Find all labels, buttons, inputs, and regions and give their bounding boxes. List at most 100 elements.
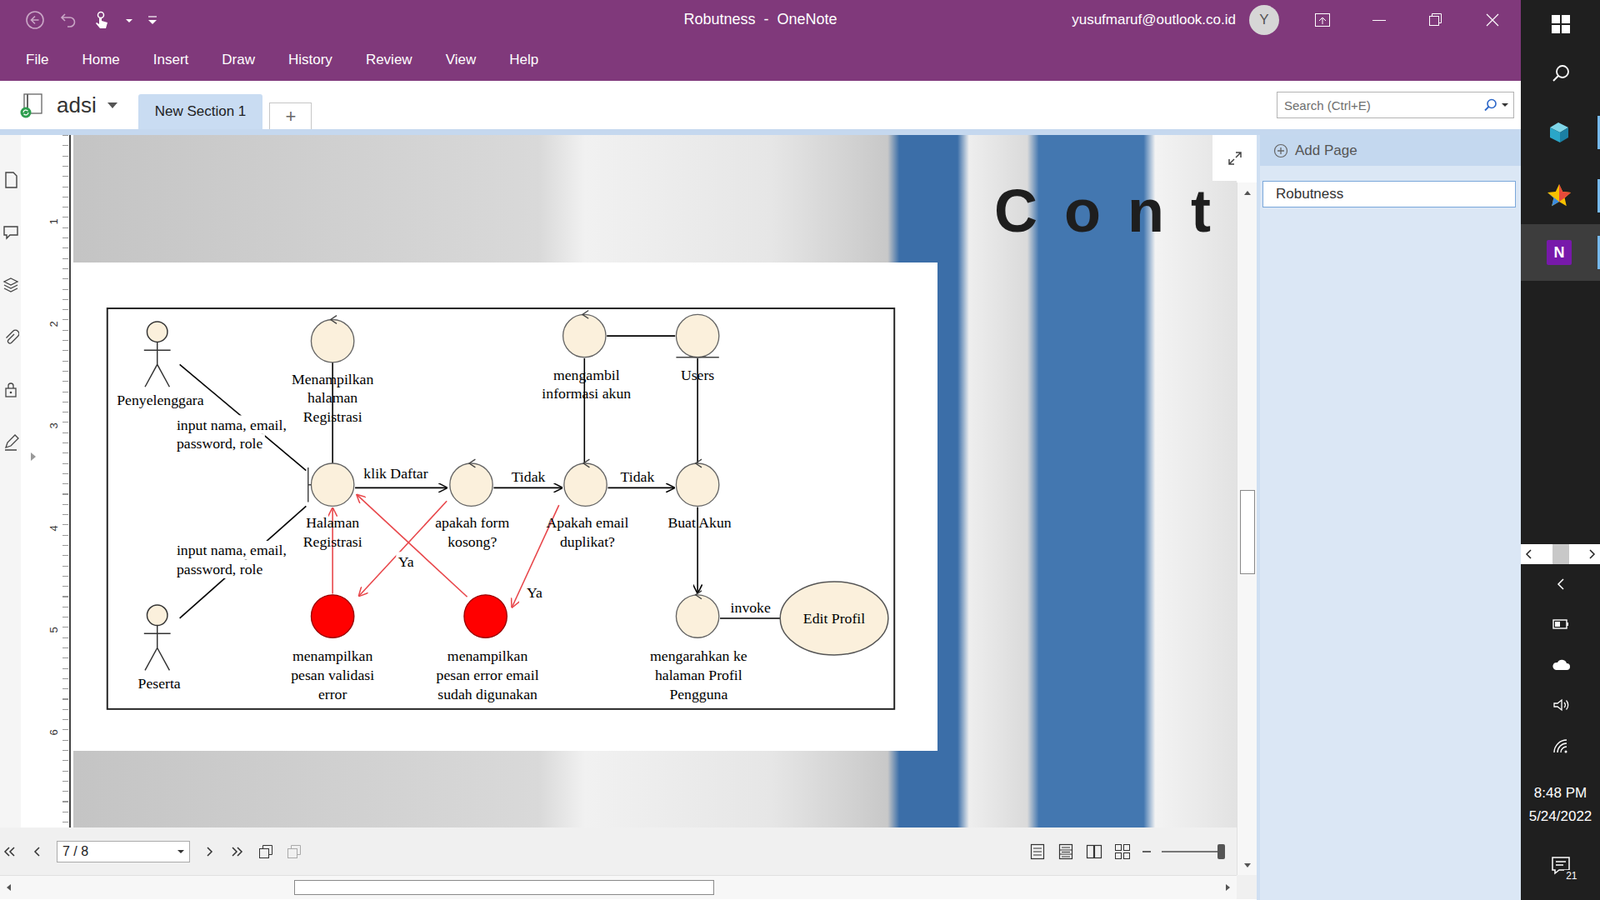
node-label: halaman Profil (655, 666, 743, 684)
page-selector[interactable]: 7 / 8 (56, 840, 190, 863)
edge (355, 487, 447, 489)
add-page-button[interactable]: Add Page (1260, 135, 1521, 166)
edge (606, 335, 675, 336)
chevron-down-icon (177, 848, 185, 855)
previous-page-button[interactable] (28, 842, 47, 861)
volume-button[interactable] (1520, 685, 1600, 725)
edge-label: Tidak (511, 468, 546, 485)
add-section-button[interactable]: + (269, 102, 312, 130)
search-field[interactable] (1282, 97, 1479, 114)
node-circle (675, 463, 719, 506)
diagram-node: Penyelenggara (116, 321, 204, 409)
menu-item[interactable]: Home (81, 51, 120, 69)
menu-item[interactable]: Insert (153, 51, 190, 69)
diagram-node: Halaman Registrasi (303, 463, 363, 550)
edge-label: invoke (730, 599, 771, 616)
ruler-number: 3 (46, 423, 62, 430)
scroll-left-icon[interactable] (5, 883, 14, 892)
menu-item[interactable]: Help (509, 51, 539, 69)
chevron-down-icon[interactable] (106, 100, 119, 110)
node-label: Halaman (305, 514, 360, 531)
diagram-node: apakah form kosong? (435, 459, 510, 550)
scroll-right-icon[interactable] (1588, 548, 1597, 560)
node-label: Registrasi (303, 533, 363, 550)
diagram-node: MenampilkanhalamanRegistrasi (291, 315, 375, 425)
diagram-node: Users (675, 314, 719, 383)
section-tab[interactable]: New Section 1 (138, 94, 264, 130)
scroll-right-icon[interactable] (1223, 883, 1232, 892)
taskbar-scroller (1520, 544, 1600, 565)
copy-page-button[interactable] (256, 842, 275, 861)
search-button[interactable] (1520, 48, 1600, 99)
dropdown-icon[interactable] (125, 10, 134, 30)
scroll-down-icon[interactable] (1243, 860, 1252, 870)
multi-page-view-icon[interactable] (1113, 842, 1132, 861)
zoom-slider[interactable] (1161, 850, 1225, 853)
start-button[interactable] (1520, 0, 1600, 49)
taskbar-app[interactable] (1520, 166, 1600, 225)
network-button[interactable] (1520, 725, 1600, 769)
node-label: Apakah email (546, 514, 630, 531)
expand-icon (1226, 150, 1244, 167)
menu-item[interactable]: View (445, 51, 477, 69)
zoom-thumb[interactable] (1217, 844, 1225, 860)
menu-item[interactable]: History (288, 51, 333, 69)
scroll-up-icon[interactable] (1243, 189, 1252, 198)
notebook-picker[interactable]: adsi (18, 91, 119, 119)
scroll-thumb[interactable] (294, 880, 715, 895)
onedrive-button[interactable] (1520, 644, 1600, 685)
undo-icon[interactable] (58, 10, 79, 30)
lock-icon[interactable] (2, 380, 20, 400)
last-page-button[interactable] (228, 842, 247, 861)
account-avatar[interactable]: Y (1249, 5, 1280, 35)
minimize-button[interactable] (1350, 0, 1408, 40)
side-toolbar (0, 135, 21, 828)
menu-item[interactable]: Draw (221, 51, 255, 69)
power-button[interactable] (1520, 604, 1600, 645)
expand-arrow-icon[interactable] (30, 451, 37, 462)
page-icon[interactable] (2, 170, 20, 190)
full-page-button[interactable] (1212, 135, 1257, 181)
back-icon[interactable] (25, 10, 45, 30)
node-label: Users (680, 366, 715, 384)
first-page-button[interactable] (0, 842, 19, 861)
node-label: apakah form (435, 514, 510, 531)
account-name[interactable]: yusufmaruf@outlook.co.id (1071, 11, 1236, 29)
node-label: kosong? (447, 533, 497, 550)
search-scope-icon[interactable] (1501, 98, 1509, 112)
next-page-button[interactable] (200, 842, 219, 861)
touch-mode-icon[interactable] (91, 10, 112, 30)
comment-icon[interactable] (2, 223, 20, 242)
action-center-button[interactable]: 21 (1520, 841, 1600, 889)
restore-button[interactable] (1407, 0, 1465, 40)
hidden-icons-button[interactable] (1520, 564, 1600, 605)
paste-page-button (285, 842, 304, 861)
single-page-view-icon[interactable] (1028, 842, 1047, 861)
horizontal-scrollbar[interactable] (0, 875, 1237, 900)
ribbon-display-button[interactable] (1294, 0, 1351, 40)
edge-label: Ya (398, 553, 415, 570)
zoom-out-icon[interactable] (1141, 846, 1152, 857)
onenote-icon: N (1546, 240, 1572, 265)
signature-icon[interactable] (2, 433, 20, 452)
taskbar-app[interactable]: N (1520, 224, 1600, 281)
search-icon[interactable] (1483, 98, 1497, 112)
close-button[interactable] (1464, 0, 1521, 40)
two-page-view-icon[interactable] (1085, 842, 1104, 861)
notebook-name: adsi (56, 92, 97, 119)
ribbon-display-icon (1313, 10, 1332, 30)
diagram-node: menampilkanpesan validasierror (290, 595, 375, 703)
vertical-scrollbar[interactable] (1236, 182, 1257, 875)
customize-icon[interactable] (146, 10, 159, 30)
node-label: Edit Profil (803, 610, 865, 627)
continuous-view-icon[interactable] (1056, 842, 1075, 861)
menu-item[interactable]: Review (365, 51, 413, 69)
layers-icon[interactable] (2, 275, 20, 295)
taskbar-app[interactable] (1520, 98, 1600, 167)
page-item[interactable]: Robutness (1262, 180, 1516, 208)
clock[interactable]: 8:48 PM5/24/2022 (1520, 768, 1600, 842)
attachment-icon[interactable] (2, 328, 20, 347)
scroll-thumb[interactable] (1240, 490, 1255, 575)
menu-item[interactable]: File (25, 51, 49, 69)
scroll-left-icon[interactable] (1524, 548, 1533, 560)
